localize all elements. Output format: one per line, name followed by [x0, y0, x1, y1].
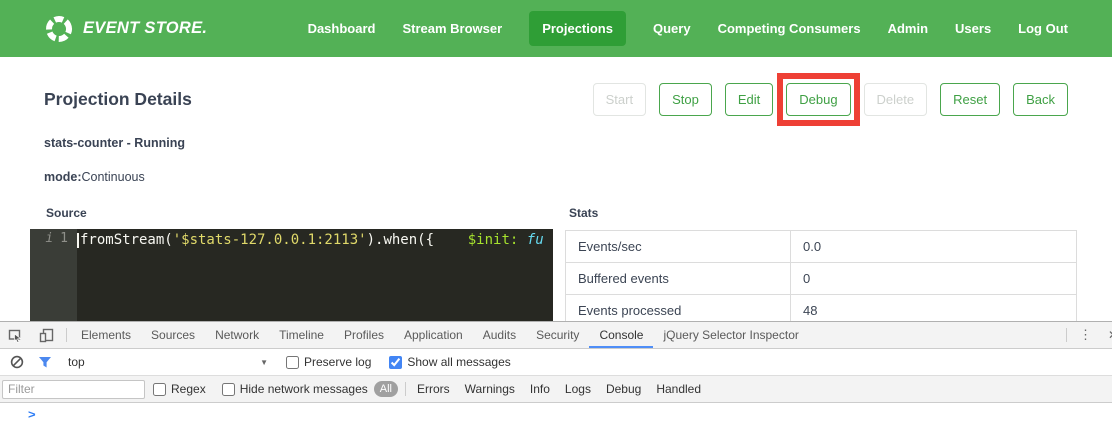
stop-button[interactable]: Stop: [659, 83, 712, 116]
devtools-menu-icon[interactable]: ⋮: [1071, 322, 1100, 348]
regex-control[interactable]: Regex: [153, 382, 206, 396]
code-token-key: $init:: [468, 232, 519, 248]
nav-item-admin[interactable]: Admin: [888, 21, 928, 36]
text-cursor: [77, 233, 79, 248]
show-all-messages-checkbox[interactable]: [389, 356, 402, 369]
level-filter-debug[interactable]: Debug: [606, 382, 641, 396]
toolbar-separator: [66, 328, 67, 342]
hide-network-messages-control[interactable]: Hide network messages: [222, 382, 368, 396]
tab-application[interactable]: Application: [394, 322, 473, 348]
level-filter-warnings[interactable]: Warnings: [465, 382, 515, 396]
console-prompt[interactable]: >: [0, 403, 1112, 439]
start-button: Start: [593, 83, 646, 116]
code-whitespace: [518, 232, 526, 248]
inspect-element-icon[interactable]: [0, 322, 31, 348]
nav-item-competing-consumers[interactable]: Competing Consumers: [718, 21, 861, 36]
reset-button[interactable]: Reset: [940, 83, 1000, 116]
devtools-panel: Elements Sources Network Timeline Profil…: [0, 321, 1112, 440]
show-all-messages-label: Show all messages: [407, 355, 510, 369]
back-button[interactable]: Back: [1013, 83, 1068, 116]
nav-item-query[interactable]: Query: [653, 21, 691, 36]
regex-checkbox[interactable]: [153, 383, 166, 396]
all-filter-badge[interactable]: All: [374, 381, 398, 397]
level-filters: Errors Warnings Info Logs Debug Handled: [417, 382, 701, 396]
tab-profiles[interactable]: Profiles: [334, 322, 394, 348]
console-toolbar: top ▼ Preserve log Show all messages: [0, 349, 1112, 376]
nav-item-dashboard[interactable]: Dashboard: [308, 21, 376, 36]
stat-name-cell: Buffered events: [566, 263, 791, 295]
stat-value-cell: 0: [791, 263, 1077, 295]
level-filter-handled[interactable]: Handled: [656, 382, 701, 396]
console-filterbar: Regex Hide network messages All Errors W…: [0, 376, 1112, 403]
nav-item-stream-browser[interactable]: Stream Browser: [402, 21, 502, 36]
brand-name: EVENT STORE.: [83, 19, 207, 38]
execution-context-selector[interactable]: top ▼: [60, 355, 268, 369]
page-title: Projection Details: [44, 89, 192, 110]
devtools-close-icon[interactable]: ✕: [1100, 322, 1112, 348]
tab-timeline[interactable]: Timeline: [269, 322, 334, 348]
app-window: EVENT STORE. Dashboard Stream Browser Pr…: [0, 0, 1112, 440]
nav-item-log-out[interactable]: Log Out: [1018, 21, 1068, 36]
tab-console[interactable]: Console: [589, 322, 653, 348]
toolbar-separator: [405, 382, 406, 396]
edit-button[interactable]: Edit: [725, 83, 773, 116]
source-label: Source: [30, 206, 553, 220]
code-token-keyword: fu: [527, 232, 544, 248]
show-all-messages-control[interactable]: Show all messages: [389, 355, 510, 369]
nav-items: Dashboard Stream Browser Projections Que…: [308, 11, 1068, 46]
projection-actions: Start Stop Edit Debug Delete Reset Back: [593, 83, 1068, 116]
stat-name-cell: Events/sec: [566, 231, 791, 263]
nav-item-users[interactable]: Users: [955, 21, 991, 36]
execution-context-value: top: [68, 355, 260, 369]
regex-label: Regex: [171, 382, 206, 396]
tab-elements[interactable]: Elements: [71, 322, 141, 348]
level-filter-info[interactable]: Info: [530, 382, 550, 396]
console-filter-icon[interactable]: [38, 356, 52, 369]
code-whitespace: [434, 232, 468, 248]
device-toolbar-icon[interactable]: [31, 322, 62, 348]
tab-audits[interactable]: Audits: [473, 322, 526, 348]
tab-network[interactable]: Network: [205, 322, 269, 348]
mode-label: mode:: [44, 170, 82, 184]
tab-sources[interactable]: Sources: [141, 322, 205, 348]
debug-button[interactable]: Debug: [786, 83, 850, 116]
preserve-log-label: Preserve log: [304, 355, 371, 369]
delete-button: Delete: [864, 83, 928, 116]
code-line: fromStream('$stats-127.0.0.1:2113').when…: [77, 231, 553, 250]
mode-value: Continuous: [82, 170, 145, 184]
preserve-log-control[interactable]: Preserve log: [286, 355, 371, 369]
table-row: Events/sec 0.0: [566, 231, 1077, 263]
code-token: fromStream(: [80, 232, 173, 248]
navbar: EVENT STORE. Dashboard Stream Browser Pr…: [0, 0, 1112, 57]
prompt-chevron-icon: >: [28, 409, 36, 421]
nav-item-projections[interactable]: Projections: [529, 11, 626, 46]
projection-mode: mode:Continuous: [0, 150, 1112, 184]
brand[interactable]: EVENT STORE.: [44, 14, 207, 44]
preserve-log-checkbox[interactable]: [286, 356, 299, 369]
clear-console-icon[interactable]: [10, 355, 24, 369]
level-filter-logs[interactable]: Logs: [565, 382, 591, 396]
page-header: Projection Details Start Stop Edit Debug…: [0, 57, 1112, 116]
level-filter-errors[interactable]: Errors: [417, 382, 450, 396]
chevron-down-icon: ▼: [260, 358, 268, 367]
stat-value-cell: 0.0: [791, 231, 1077, 263]
toolbar-separator: [1066, 328, 1067, 342]
code-token-string: '$stats-127.0.0.1:2113': [173, 232, 367, 248]
table-row: Buffered events 0: [566, 263, 1077, 295]
eventstore-logo-icon: [44, 14, 74, 44]
hide-network-messages-label: Hide network messages: [240, 382, 368, 396]
tab-security[interactable]: Security: [526, 322, 589, 348]
devtools-tabbar: Elements Sources Network Timeline Profil…: [0, 322, 1112, 349]
stats-label: Stats: [565, 206, 1077, 220]
filter-input[interactable]: [2, 380, 145, 399]
hide-network-messages-checkbox[interactable]: [222, 383, 235, 396]
code-token: ).when({: [367, 232, 434, 248]
projection-status: stats-counter - Running: [0, 116, 1112, 150]
tab-jquery-selector-inspector[interactable]: jQuery Selector Inspector: [653, 322, 808, 348]
